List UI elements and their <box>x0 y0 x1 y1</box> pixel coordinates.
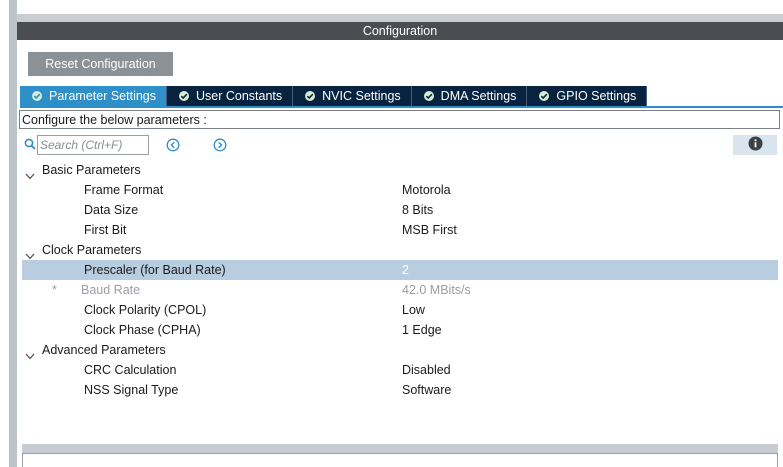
param-name: Clock Phase (CPHA) <box>84 323 201 337</box>
reset-configuration-button[interactable]: Reset Configuration <box>28 52 173 76</box>
param-row-prescaler[interactable]: Prescaler (for Baud Rate) 2 <box>22 260 778 280</box>
parameter-tree: Basic Parameters Frame Format Motorola D… <box>22 160 778 400</box>
param-value[interactable]: 2 <box>402 260 409 280</box>
param-value[interactable]: 1 Edge <box>402 320 442 340</box>
instruction-text: Configure the below parameters : <box>19 110 780 129</box>
param-value[interactable]: Low <box>402 300 425 320</box>
param-name: Data Size <box>84 203 139 217</box>
param-row-clock-polarity[interactable]: Clock Polarity (CPOL) Low <box>22 300 778 320</box>
group-label: Advanced Parameters <box>42 343 166 357</box>
tab-label: DMA Settings <box>440 89 517 103</box>
tab-parameter-settings[interactable]: Parameter Settings <box>20 86 167 106</box>
param-row-clock-phase[interactable]: Clock Phase (CPHA) 1 Edge <box>22 320 778 340</box>
param-name: Baud Rate <box>81 283 141 297</box>
tab-label: Parameter Settings <box>49 89 156 103</box>
tab-gpio-settings[interactable]: GPIO Settings <box>527 86 648 106</box>
param-value[interactable]: Software <box>402 380 451 400</box>
check-circle-icon <box>179 91 189 101</box>
param-value[interactable]: 8 Bits <box>402 200 433 220</box>
param-name: First Bit <box>84 223 127 237</box>
top-splitter[interactable] <box>17 14 783 22</box>
panel-title: Configuration <box>17 22 783 40</box>
group-advanced-parameters[interactable]: Advanced Parameters <box>22 340 778 360</box>
info-button[interactable] <box>733 135 777 155</box>
description-panel <box>22 453 778 467</box>
param-name: Prescaler (for Baud Rate) <box>84 263 226 277</box>
check-circle-icon <box>539 91 550 101</box>
read-only-marker: * <box>52 283 57 297</box>
tab-nvic-settings[interactable]: NVIC Settings <box>293 86 412 106</box>
tab-label: NVIC Settings <box>322 89 401 103</box>
info-icon <box>748 136 763 154</box>
check-circle-icon <box>32 91 42 101</box>
tab-underline <box>20 106 783 108</box>
param-row-nss-signal-type[interactable]: NSS Signal Type Software <box>22 380 778 400</box>
group-label: Basic Parameters <box>42 163 141 177</box>
param-row-baud-rate: * Baud Rate 42.0 MBits/s <box>22 280 778 300</box>
left-divider[interactable] <box>9 0 17 467</box>
check-circle-icon <box>423 91 434 101</box>
param-name: CRC Calculation <box>84 363 177 377</box>
param-row-frame-format[interactable]: Frame Format Motorola <box>22 180 778 200</box>
left-gutter <box>0 0 18 467</box>
tab-label: User Constants <box>196 89 283 103</box>
bottom-splitter[interactable] <box>22 444 778 453</box>
search-input[interactable] <box>37 135 149 155</box>
group-label: Clock Parameters <box>42 243 142 257</box>
param-name: NSS Signal Type <box>84 383 179 397</box>
param-row-data-size[interactable]: Data Size 8 Bits <box>22 200 778 220</box>
tab-label: GPIO Settings <box>556 89 637 103</box>
param-value[interactable]: Disabled <box>402 360 451 380</box>
param-row-crc-calculation[interactable]: CRC Calculation Disabled <box>22 360 778 380</box>
param-name: Frame Format <box>84 183 164 197</box>
chevron-left-circle-icon[interactable] <box>166 138 180 155</box>
param-value[interactable]: Motorola <box>402 180 451 200</box>
check-circle-icon <box>305 91 316 101</box>
param-row-first-bit[interactable]: First Bit MSB First <box>22 220 778 240</box>
group-basic-parameters[interactable]: Basic Parameters <box>22 160 778 180</box>
chevron-right-circle-icon[interactable] <box>213 138 227 155</box>
group-clock-parameters[interactable]: Clock Parameters <box>22 240 778 260</box>
tab-bar: Parameter Settings User Constants NVIC S… <box>20 86 648 106</box>
tab-dma-settings[interactable]: DMA Settings <box>411 86 528 106</box>
tab-user-constants[interactable]: User Constants <box>167 86 294 106</box>
param-name: Clock Polarity (CPOL) <box>84 303 207 317</box>
param-value: 42.0 MBits/s <box>402 283 471 297</box>
search-icon <box>24 138 36 153</box>
param-value[interactable]: MSB First <box>402 220 457 240</box>
